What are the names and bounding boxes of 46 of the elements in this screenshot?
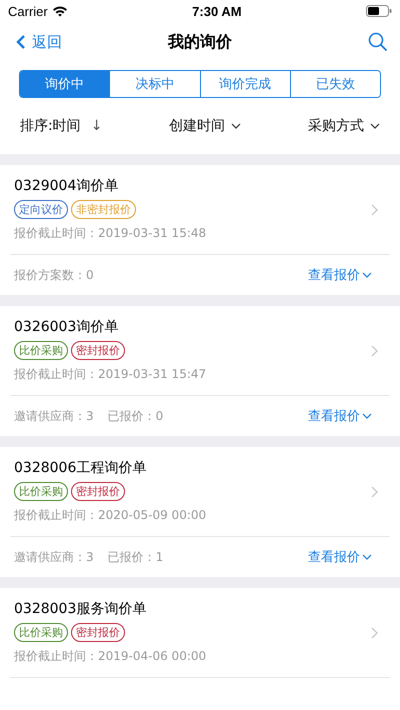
tag-label: 比价采购: [14, 341, 68, 360]
tag-label: 比价采购: [14, 623, 68, 642]
view-quotes-button[interactable]: 查看报价: [308, 266, 372, 284]
caret-icon: [231, 123, 242, 129]
tag-label: 定向议价: [14, 200, 68, 219]
inquiry-title: 0328003服务询价单: [14, 600, 148, 619]
inquiry-title: 0328006工程询价单: [14, 459, 148, 478]
tag-label: 非密封报价: [71, 200, 136, 219]
stat-text: 报价方案数：0: [14, 266, 94, 284]
search-icon[interactable]: [368, 32, 388, 52]
segment-tab[interactable]: 询价中: [20, 71, 110, 97]
page-title: 我的询价: [168, 32, 232, 52]
battery-icon: [366, 5, 392, 17]
chevron-right-icon: [371, 204, 378, 216]
back-button[interactable]: 返回: [16, 32, 62, 52]
sort-button[interactable]: 排序:时间 ↓: [20, 117, 102, 135]
carrier-label: Carrier: [8, 4, 48, 18]
chevron-right-icon: [371, 344, 378, 356]
wifi-icon: [52, 5, 68, 17]
stat-text: 已报价：1: [108, 548, 164, 566]
filter-dropdown[interactable]: 采购方式: [308, 117, 380, 135]
clock-time: 7:30 AM: [192, 4, 242, 18]
caret-icon: [362, 554, 372, 560]
tag-label: 密封报价: [71, 341, 125, 360]
view-quotes-button[interactable]: 查看报价: [308, 548, 372, 566]
caret-icon: [370, 123, 380, 129]
deadline-text: 报价截止时间：2019-03-31 15:48: [14, 225, 208, 242]
deadline-text: 报价截止时间：2020-05-09 00:00: [14, 507, 208, 524]
filter-dropdown[interactable]: 创建时间: [169, 117, 242, 135]
stat-text: 邀请供应商：3: [14, 548, 94, 566]
stat-text: 邀请供应商：3: [14, 408, 94, 424]
chevron-right-icon: [371, 486, 378, 498]
deadline-text: 报价截止时间：2019-03-31 15:47: [14, 366, 208, 383]
segment-tab[interactable]: 已失效: [290, 71, 380, 97]
caret-icon: [362, 272, 372, 278]
caret-icon: [362, 413, 372, 419]
view-quotes-button[interactable]: 查看报价: [308, 407, 372, 425]
tag-label: 密封报价: [71, 482, 125, 501]
deadline-text: 报价截止时间：2019-04-06 00:00: [14, 648, 208, 665]
chevron-right-icon: [371, 626, 378, 638]
inquiry-title: 0326003询价单: [14, 318, 120, 337]
chevron-left-icon: [16, 34, 26, 50]
inquiry-title: 0329004询价单: [14, 177, 120, 196]
stat-text: 已报价：0: [108, 408, 164, 424]
tag-label: 密封报价: [71, 623, 125, 642]
tag-label: 比价采购: [14, 482, 68, 501]
